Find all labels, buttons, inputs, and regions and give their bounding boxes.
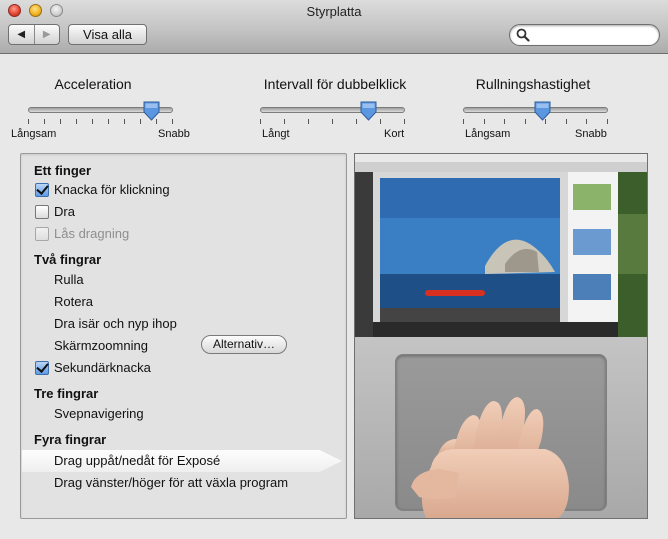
back-arrow-icon: ◀: [17, 29, 26, 40]
slider-tick: [76, 119, 77, 124]
gesture-pinch[interactable]: Dra isär och nyp ihop: [54, 315, 379, 333]
search-field[interactable]: [509, 24, 660, 46]
acceleration-slider-group: Acceleration Långsam Snabb: [8, 76, 190, 142]
slider-tick: [172, 119, 173, 124]
double-click-slider-track[interactable]: [260, 107, 405, 113]
slider-tick: [380, 119, 381, 124]
preview-screen-image: [355, 154, 647, 337]
slider-tick: [260, 119, 261, 124]
gesture-preview-panel: [354, 153, 648, 519]
slider-tick: [404, 119, 405, 124]
back-button[interactable]: ◀: [9, 25, 34, 44]
slider-tick: [124, 119, 125, 124]
slider-tick: [607, 119, 608, 124]
screen-illustration: [355, 154, 647, 337]
forward-arrow-icon: ▶: [42, 29, 51, 40]
slider-tick: [504, 119, 505, 124]
search-icon: [516, 28, 530, 42]
two-fingers-heading: Två fingrar: [34, 252, 102, 267]
double-click-max-label: Kort: [384, 128, 405, 140]
double-click-slider-group: Intervall för dubbelklick Långt Kort: [240, 76, 410, 142]
drag-lock-option: Lås dragning: [35, 225, 360, 243]
screen-zoom-label: Skärmzoomning: [54, 338, 148, 353]
scroll-speed-min-label: Långsam: [465, 128, 511, 140]
zoom-options-button[interactable]: Alternativ…: [201, 335, 287, 354]
forward-button[interactable]: ▶: [33, 25, 60, 44]
secondary-click-label: Sekundärknacka: [54, 360, 151, 375]
scroll-speed-slider-thumb[interactable]: [533, 101, 552, 121]
show-all-button[interactable]: Visa alla: [68, 24, 147, 45]
secondary-click-option[interactable]: Sekundärknacka: [35, 359, 360, 377]
slider-tick: [525, 119, 526, 124]
slider-tick: [92, 119, 93, 124]
slider-tick: [484, 119, 485, 124]
trackpad-illustration: [355, 337, 647, 518]
drag-option[interactable]: Dra: [35, 203, 360, 221]
acceleration-min-label: Långsam: [11, 128, 57, 140]
secondary-click-checkbox[interactable]: [35, 361, 49, 375]
double-click-ticks: [260, 119, 405, 125]
four-fingers-heading: Fyra fingrar: [34, 432, 107, 447]
three-fingers-heading: Tre fingrar: [34, 386, 99, 401]
slider-tick: [332, 119, 333, 124]
scroll-speed-max-label: Snabb: [575, 128, 607, 140]
acceleration-slider-thumb[interactable]: [142, 101, 161, 121]
gesture-swipe-navigation[interactable]: Svepnavigering: [54, 405, 379, 423]
tap-to-click-label: Knacka för klickning: [54, 182, 170, 197]
slider-tick: [108, 119, 109, 124]
double-click-title: Intervall för dubbelklick: [263, 76, 407, 92]
drag-lock-label: Lås dragning: [54, 226, 130, 241]
gesture-screen-zoom[interactable]: Skärmzoomning Alternativ…: [54, 335, 379, 355]
acceleration-max-label: Snabb: [158, 128, 190, 140]
slider-tick: [60, 119, 61, 124]
slider-tick: [44, 119, 45, 124]
scroll-speed-title: Rullningshastighet: [475, 76, 591, 92]
drag-checkbox[interactable]: [35, 205, 49, 219]
slider-tick: [308, 119, 309, 124]
slider-tick: [140, 119, 141, 124]
gesture-scroll[interactable]: Rulla: [54, 271, 379, 289]
drag-lock-checkbox: [35, 227, 49, 241]
slider-tick: [566, 119, 567, 124]
drag-label: Dra: [54, 204, 75, 219]
navigation-buttons: ◀ ▶: [8, 24, 60, 45]
title-bar: Styrplatta ◀ ▶ Visa alla: [0, 0, 668, 54]
gesture-options-panel: Ett finger Knacka för klickning Dra Lås …: [20, 153, 347, 519]
tap-to-click-option[interactable]: Knacka för klickning: [35, 181, 360, 199]
window-title: Styrplatta: [306, 4, 362, 19]
slider-tick: [28, 119, 29, 124]
slider-tick: [356, 119, 357, 124]
acceleration-title: Acceleration: [54, 76, 132, 92]
slider-tick: [284, 119, 285, 124]
gesture-app-switch[interactable]: Drag vänster/höger för att växla program: [54, 474, 379, 492]
double-click-slider-thumb[interactable]: [359, 101, 378, 121]
hand-illustration: [411, 397, 569, 518]
trackpad-preferences-window: Styrplatta ◀ ▶ Visa alla Acceleration Lå…: [0, 0, 668, 539]
slider-tick: [586, 119, 587, 124]
gesture-expose[interactable]: Drag uppåt/nedåt för Exposé: [54, 452, 379, 470]
one-finger-heading: Ett finger: [34, 163, 92, 178]
gesture-rotate[interactable]: Rotera: [54, 293, 379, 311]
tap-to-click-checkbox[interactable]: [35, 183, 49, 197]
double-click-min-label: Långt: [262, 128, 290, 140]
scroll-speed-slider-group: Rullningshastighet Långsam Snabb: [443, 76, 613, 142]
slider-tick: [463, 119, 464, 124]
